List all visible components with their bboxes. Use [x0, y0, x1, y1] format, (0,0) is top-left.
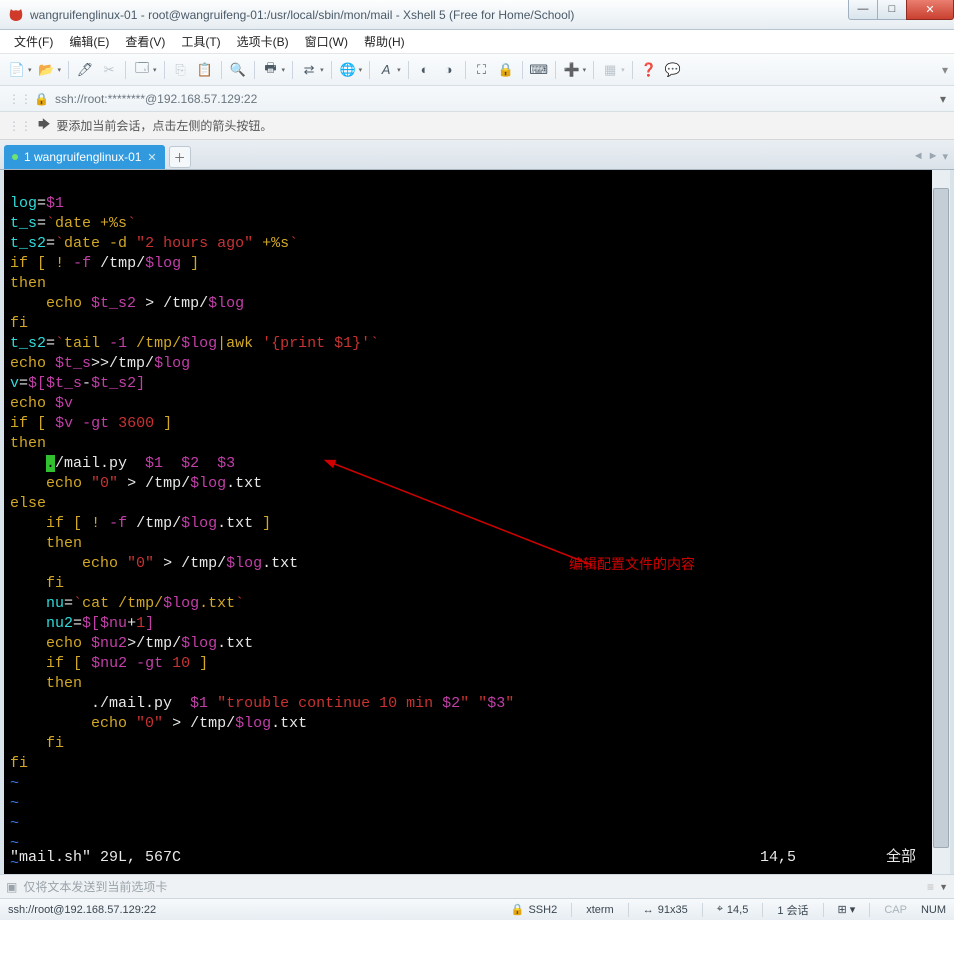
menu-edit[interactable]: 编辑(E) [61, 31, 117, 52]
window-titlebar: wangruifenglinux-01 - root@wangruifeng-0… [0, 0, 954, 30]
terminal-scrollbar[interactable] [932, 170, 950, 874]
annotation-text: 编辑配置文件的内容 [569, 556, 695, 576]
disconnect-icon[interactable]: ✂ [98, 59, 120, 81]
vim-status-file: "mail.sh" 29L, 567C [10, 848, 181, 868]
menu-view[interactable]: 查看(V) [117, 31, 173, 52]
cursor-icon: ⌖ [717, 903, 723, 916]
status-dot-icon [12, 154, 18, 160]
properties-icon[interactable]: 🗔 [131, 59, 153, 81]
fullscreen-icon[interactable]: ⛶ [471, 59, 493, 81]
annotation-arrow-icon [324, 455, 604, 585]
tab-active[interactable]: 1 wangruifenglinux-01 ✕ [4, 145, 165, 169]
color-icon[interactable]: ◐ [414, 59, 436, 81]
size-icon: ↔ [643, 904, 654, 916]
grip-icon: ⋮⋮ [8, 92, 32, 106]
print-icon[interactable]: 🖶 [260, 59, 282, 81]
tab-next-icon[interactable]: ► [928, 150, 939, 163]
status-size: ↔91x35 [643, 904, 688, 916]
vim-status-right: 全部 [886, 848, 916, 868]
theme-icon[interactable]: ◑ [438, 59, 460, 81]
send-scope-icon[interactable]: ▣ [6, 880, 17, 894]
status-num: NUM [921, 904, 946, 916]
lock-tiny-icon: 🔒 [511, 903, 525, 916]
status-bar: ssh://root@192.168.57.129:22 🔒SSH2 xterm… [0, 898, 954, 920]
compose-placeholder: 仅将文本发送到当前选项卡 [23, 878, 167, 895]
menu-file[interactable]: 文件(F) [6, 31, 61, 52]
status-cap: CAP [884, 904, 907, 916]
keyboard-icon[interactable]: ⌨ [528, 59, 550, 81]
tab-prev-icon[interactable]: ◄ [913, 150, 924, 163]
toolbar-overflow-icon[interactable]: ▾ [942, 63, 948, 77]
menu-tools[interactable]: 工具(T) [173, 31, 228, 52]
tab-menu-icon[interactable]: ▾ [942, 150, 948, 163]
status-cursor: ⌖14,5 [717, 903, 749, 916]
compose-bar[interactable]: ▣ 仅将文本发送到当前选项卡 ≡ ▼ [0, 874, 954, 898]
address-text: ssh://root:********@192.168.57.129:22 [55, 92, 946, 106]
status-sessions: 1 会话 [777, 902, 808, 918]
globe-icon[interactable]: 🌐 [337, 59, 359, 81]
menu-bar: 文件(F) 编辑(E) 查看(V) 工具(T) 选项卡(B) 窗口(W) 帮助(… [0, 30, 954, 54]
status-connection: ssh://root@192.168.57.129:22 [8, 904, 156, 916]
tab-close-icon[interactable]: ✕ [147, 151, 156, 164]
tab-bar: 1 wangruifenglinux-01 ✕ ＋ ◄ ► ▾ [0, 140, 954, 170]
help-icon[interactable]: ❓ [638, 59, 660, 81]
grip-icon: ⋮⋮ [8, 119, 32, 133]
transfer-icon[interactable]: ⇄ [298, 59, 320, 81]
font-icon[interactable]: A [375, 59, 397, 81]
vim-status-pos: 14,5 [760, 848, 796, 868]
add-icon[interactable]: ➕ [561, 59, 583, 81]
info-bar: ⋮⋮ 🡆 要添加当前会话，点击左侧的箭头按钮。 [0, 112, 954, 140]
minimize-button[interactable]: — [848, 0, 878, 20]
scrollbar-thumb[interactable] [933, 188, 949, 848]
status-term: xterm [586, 904, 614, 916]
status-tile-icon[interactable]: ⊞ ▾ [838, 903, 856, 916]
window-title: wangruifenglinux-01 - root@wangruifeng-0… [30, 8, 849, 22]
copy-icon[interactable]: ⎘ [170, 59, 192, 81]
address-dropdown-icon[interactable]: ▾ [940, 92, 946, 106]
lock-small-icon: 🔒 [34, 92, 49, 106]
menu-help[interactable]: 帮助(H) [356, 31, 413, 52]
new-session-icon[interactable]: 📄 [6, 59, 28, 81]
menu-window[interactable]: 窗口(W) [297, 31, 356, 52]
bookmark-arrow-icon[interactable]: 🡆 [38, 115, 50, 136]
address-bar[interactable]: ⋮⋮ 🔒 ssh://root:********@192.168.57.129:… [0, 86, 954, 112]
window-controls: — □ ✕ [849, 0, 954, 20]
bubble-icon[interactable]: 💬 [662, 59, 684, 81]
reconnect-icon[interactable]: 🖊 [74, 59, 96, 81]
paste-icon[interactable]: 📋 [194, 59, 216, 81]
toolbar: 📄▾ 📂▾ 🖊 ✂ 🗔▾ ⎘ 📋 🔍 🖶▾ ⇄▾ 🌐▾ A▾ ◐ ◑ ⛶ 🔒 ⌨… [0, 54, 954, 86]
info-text: 要添加当前会话，点击左侧的箭头按钮。 [56, 117, 272, 134]
lock-icon[interactable]: 🔒 [495, 59, 517, 81]
tile-icon[interactable]: ▦ [599, 59, 621, 81]
maximize-button[interactable]: □ [877, 0, 907, 20]
menu-tab[interactable]: 选项卡(B) [229, 31, 297, 52]
close-button[interactable]: ✕ [906, 0, 954, 20]
compose-dropdown-icon[interactable]: ▼ [939, 882, 948, 892]
app-icon [8, 7, 24, 23]
tab-add-button[interactable]: ＋ [169, 146, 191, 168]
tab-label: 1 wangruifenglinux-01 [24, 150, 141, 164]
open-folder-icon[interactable]: 📂 [36, 59, 58, 81]
terminal-viewport[interactable]: log=$1 t_s=`date +%s` t_s2=`date -d "2 h… [0, 170, 954, 874]
status-proto: 🔒SSH2 [511, 903, 557, 916]
resize-handle-icon[interactable]: ≡ [927, 880, 934, 894]
find-icon[interactable]: 🔍 [227, 59, 249, 81]
